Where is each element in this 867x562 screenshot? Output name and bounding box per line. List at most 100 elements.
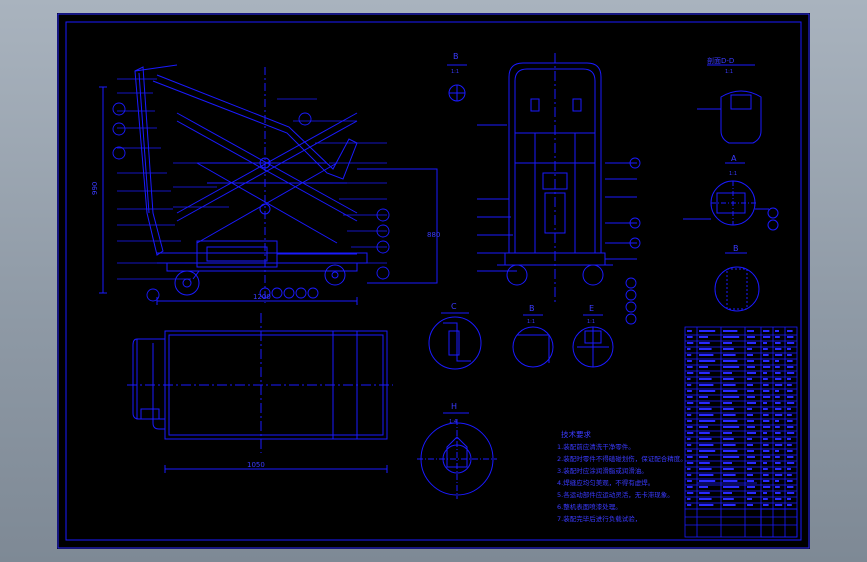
bom-cell-mark xyxy=(723,402,732,404)
bom-cell-mark xyxy=(699,372,710,374)
bom-cell-mark xyxy=(699,456,708,458)
bom-cell-mark xyxy=(699,444,714,446)
bom-cell-mark xyxy=(723,330,738,332)
bom-cell-mark xyxy=(787,468,791,470)
bom-cell-mark xyxy=(787,444,792,446)
bom-cell-mark xyxy=(775,462,781,464)
bom-cell-mark xyxy=(747,378,752,380)
bom-cell-mark xyxy=(723,342,732,344)
bom-cell-mark xyxy=(723,450,738,452)
bom-cell-mark xyxy=(763,354,769,356)
bom-cell-mark xyxy=(775,378,782,380)
bom-cell-mark xyxy=(747,414,753,416)
bom-cell-mark xyxy=(687,504,692,506)
bom-cell-mark xyxy=(747,360,754,362)
bom-cell-mark xyxy=(723,348,734,350)
notes-line: 5.各运动部件应运动灵活，无卡滞现象。 xyxy=(557,490,674,499)
bom-cell-mark xyxy=(687,408,691,410)
bom-cell-mark xyxy=(787,438,791,440)
bom-cell-mark xyxy=(699,360,716,362)
bom-cell-mark xyxy=(747,330,754,332)
bom-cell-mark xyxy=(747,444,753,446)
bom-cell-mark xyxy=(747,432,756,434)
bom-cell-mark xyxy=(699,408,712,410)
view-b-scale: 1:1 xyxy=(451,69,459,75)
bom-cell-mark xyxy=(723,468,734,470)
drawing-sheet: 990 880 1200 1050 B 1:1 剖面D-D 1:1 A 1:1 … xyxy=(57,13,810,549)
bom-cell-mark xyxy=(747,366,755,368)
bom-cell-mark xyxy=(723,456,740,458)
bom-cell-mark xyxy=(763,384,769,386)
bom-cell-mark xyxy=(723,486,740,488)
bom-cell-mark xyxy=(699,480,716,482)
bom-cell-mark xyxy=(787,342,795,344)
bom-cell-mark xyxy=(787,414,792,416)
bom-cell-mark xyxy=(763,426,771,428)
bom-cell-mark xyxy=(747,450,754,452)
detail-h-label: H xyxy=(451,402,457,411)
bom-cell-mark xyxy=(687,354,692,356)
bom-cell-mark xyxy=(747,354,753,356)
bom-cell-mark xyxy=(723,474,736,476)
bom-cell-mark xyxy=(787,378,791,380)
bom-cell-mark xyxy=(699,450,716,452)
bom-cell-mark xyxy=(699,336,708,338)
detail-e-label: E xyxy=(589,304,594,313)
bom-cell-mark xyxy=(763,462,767,464)
bom-cell-mark xyxy=(723,366,740,368)
bom-cell-mark xyxy=(723,408,734,410)
bom-cell-mark xyxy=(775,426,780,428)
bom-cell-mark xyxy=(787,360,793,362)
bom-cell-mark xyxy=(723,378,734,380)
bom-cell-mark xyxy=(699,384,714,386)
bom-cell-mark xyxy=(687,456,693,458)
bom-cell-mark xyxy=(723,390,738,392)
detail-h-scale: 1:4 xyxy=(449,419,457,425)
bom-cell-mark xyxy=(775,348,782,350)
bom-cell-mark xyxy=(775,456,780,458)
bom-cell-mark xyxy=(763,330,770,332)
bom-cell-mark xyxy=(775,330,779,332)
bom-cell-mark xyxy=(687,468,691,470)
middle-detail-labels: C B E 1:1 1:1 xyxy=(451,302,595,325)
bom-cell-mark xyxy=(723,432,732,434)
bom-cell-mark xyxy=(787,480,793,482)
bom-cell-mark xyxy=(747,492,756,494)
bom-cell-mark xyxy=(747,438,752,440)
bom-cell-mark xyxy=(699,504,714,506)
cad-viewport[interactable]: 990 880 1200 1050 B 1:1 剖面D-D 1:1 A 1:1 … xyxy=(0,0,867,562)
bom-cell-mark xyxy=(747,348,752,350)
bom-cell-mark xyxy=(723,372,732,374)
bom-cell-mark xyxy=(775,498,782,500)
bom-cell-mark xyxy=(787,354,792,356)
bom-cell-mark xyxy=(763,348,768,350)
bom-cell-mark xyxy=(787,348,791,350)
bom-cell-mark xyxy=(687,480,692,482)
bom-cell-mark xyxy=(763,336,771,338)
main-side-view xyxy=(99,64,438,305)
bom-cell-mark xyxy=(687,396,693,398)
drawing-canvas: 990 880 1200 1050 B 1:1 剖面D-D 1:1 A 1:1 … xyxy=(57,13,810,549)
bom-cell-mark xyxy=(787,408,791,410)
dim-bottom-label: 1200 xyxy=(253,293,271,301)
detail-c-label: C xyxy=(451,302,457,311)
detail-a-label: A xyxy=(731,154,737,163)
bom-cell-mark xyxy=(763,342,767,344)
bom-cell-mark xyxy=(687,414,692,416)
bom-cell-mark xyxy=(763,408,768,410)
bom-cell-mark xyxy=(775,468,782,470)
bom-cell-mark xyxy=(723,420,738,422)
bom-cell-mark xyxy=(747,456,755,458)
bom-cell-mark xyxy=(687,432,694,434)
bom-cell-mark xyxy=(723,414,736,416)
notes-line: 7.装配完毕后进行负载试验， xyxy=(557,514,641,523)
bom-cell-mark xyxy=(687,474,692,476)
bom-cell-mark xyxy=(787,402,795,404)
bom-cell-mark xyxy=(687,348,691,350)
bom-cell-mark xyxy=(687,438,691,440)
bom-cell-mark xyxy=(747,336,755,338)
bom-cell-mark xyxy=(747,408,752,410)
dim-right-label: 880 xyxy=(427,231,440,239)
bom-cell-mark xyxy=(699,342,710,344)
bom-cell-mark xyxy=(787,450,793,452)
